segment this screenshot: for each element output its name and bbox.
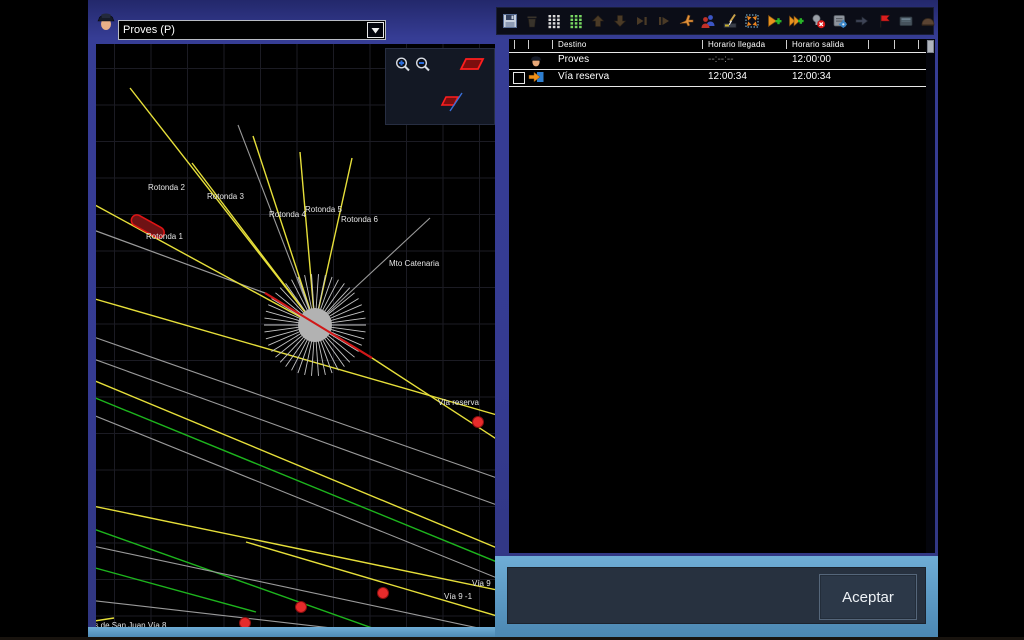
map-label: Rotonda 4 bbox=[269, 210, 306, 219]
cell-horario-llegada: 12:00:34 bbox=[708, 71, 747, 82]
app-window: Proves (P) bbox=[88, 0, 938, 638]
table-header: Destino Horario llegada Horario salida bbox=[509, 39, 926, 52]
main-toolbar bbox=[496, 7, 934, 35]
step-last-icon[interactable] bbox=[654, 10, 673, 32]
delete-icon[interactable] bbox=[522, 10, 541, 32]
area-edit-tool-icon[interactable] bbox=[438, 91, 468, 115]
forward-icon[interactable] bbox=[852, 10, 871, 32]
zoom-out-icon[interactable] bbox=[414, 56, 432, 74]
map-label: Vía 9 -1 bbox=[444, 592, 473, 601]
map-label: Vía 9 bbox=[472, 579, 491, 588]
add-multiple-routes-icon[interactable] bbox=[786, 10, 805, 32]
control-panel-icon[interactable] bbox=[896, 10, 915, 32]
fit-selection-icon[interactable] bbox=[742, 10, 761, 32]
add-route-icon[interactable] bbox=[764, 10, 783, 32]
table-scrollbar[interactable] bbox=[926, 39, 935, 553]
map-label: Rotonda 5 bbox=[305, 205, 342, 214]
row-checkbox[interactable] bbox=[513, 72, 525, 84]
map-grid bbox=[96, 44, 495, 628]
schedule-table: Destino Horario llegada Horario salida P… bbox=[509, 39, 926, 553]
flag-icon[interactable] bbox=[874, 10, 893, 32]
map-label: Mto Catenaria bbox=[389, 259, 440, 268]
scrollbar-thumb[interactable] bbox=[927, 40, 934, 53]
track-assign-icon bbox=[528, 70, 544, 89]
users-icon[interactable] bbox=[698, 10, 717, 32]
map-label: Rotonda 2 bbox=[148, 183, 185, 192]
grid-view-icon[interactable] bbox=[544, 10, 563, 32]
move-down-icon[interactable] bbox=[610, 10, 629, 32]
cell-destino: Proves bbox=[558, 54, 589, 65]
map-tools-panel bbox=[385, 48, 495, 125]
cell-horario-salida: 12:00:34 bbox=[792, 71, 831, 82]
depot-icon[interactable] bbox=[918, 10, 937, 32]
conductor-icon bbox=[96, 10, 116, 34]
track-map[interactable]: Rotonda 2 Rotonda 3 Rotonda 4 Rotonda 5 … bbox=[96, 44, 495, 628]
column-header-destino[interactable]: Destino bbox=[558, 40, 587, 49]
settings-box-icon[interactable] bbox=[830, 10, 849, 32]
cell-horario-llegada: --:--:-- bbox=[708, 54, 734, 65]
step-forward-icon[interactable] bbox=[632, 10, 651, 32]
move-up-icon[interactable] bbox=[588, 10, 607, 32]
yard-tracks bbox=[96, 297, 495, 628]
map-label: Rotonda 1 bbox=[146, 232, 183, 241]
map-label: Rotonda 3 bbox=[207, 192, 244, 201]
hand-pointer-icon[interactable] bbox=[676, 10, 695, 32]
confirm-dialog: Aceptar bbox=[495, 556, 938, 638]
combo-selected-value: Proves (P) bbox=[119, 24, 367, 36]
confirm-dialog-panel: Aceptar bbox=[507, 567, 926, 624]
map-label: Rotonda 6 bbox=[341, 215, 378, 224]
save-icon[interactable] bbox=[500, 10, 519, 32]
table-row[interactable]: Proves --:--:-- 12:00:00 bbox=[509, 52, 926, 68]
chevron-down-icon[interactable] bbox=[367, 22, 384, 38]
grid-view-active-icon[interactable] bbox=[566, 10, 585, 32]
column-header-salida[interactable]: Horario salida bbox=[792, 40, 844, 49]
accept-button[interactable]: Aceptar bbox=[819, 574, 917, 620]
turntable-center bbox=[298, 308, 332, 342]
table-row[interactable]: Vía reserva 12:00:34 12:00:34 bbox=[509, 69, 926, 85]
paint-edit-icon[interactable] bbox=[720, 10, 739, 32]
cell-destino: Vía reserva bbox=[558, 71, 609, 82]
zoom-in-icon[interactable] bbox=[394, 56, 412, 74]
remove-lock-icon[interactable] bbox=[808, 10, 827, 32]
area-tool-icon[interactable] bbox=[458, 55, 486, 73]
train-selector-combobox[interactable]: Proves (P) bbox=[118, 20, 386, 40]
map-label: Vía reserva bbox=[438, 398, 479, 407]
cell-horario-salida: 12:00:00 bbox=[792, 54, 831, 65]
column-header-llegada[interactable]: Horario llegada bbox=[708, 40, 765, 49]
